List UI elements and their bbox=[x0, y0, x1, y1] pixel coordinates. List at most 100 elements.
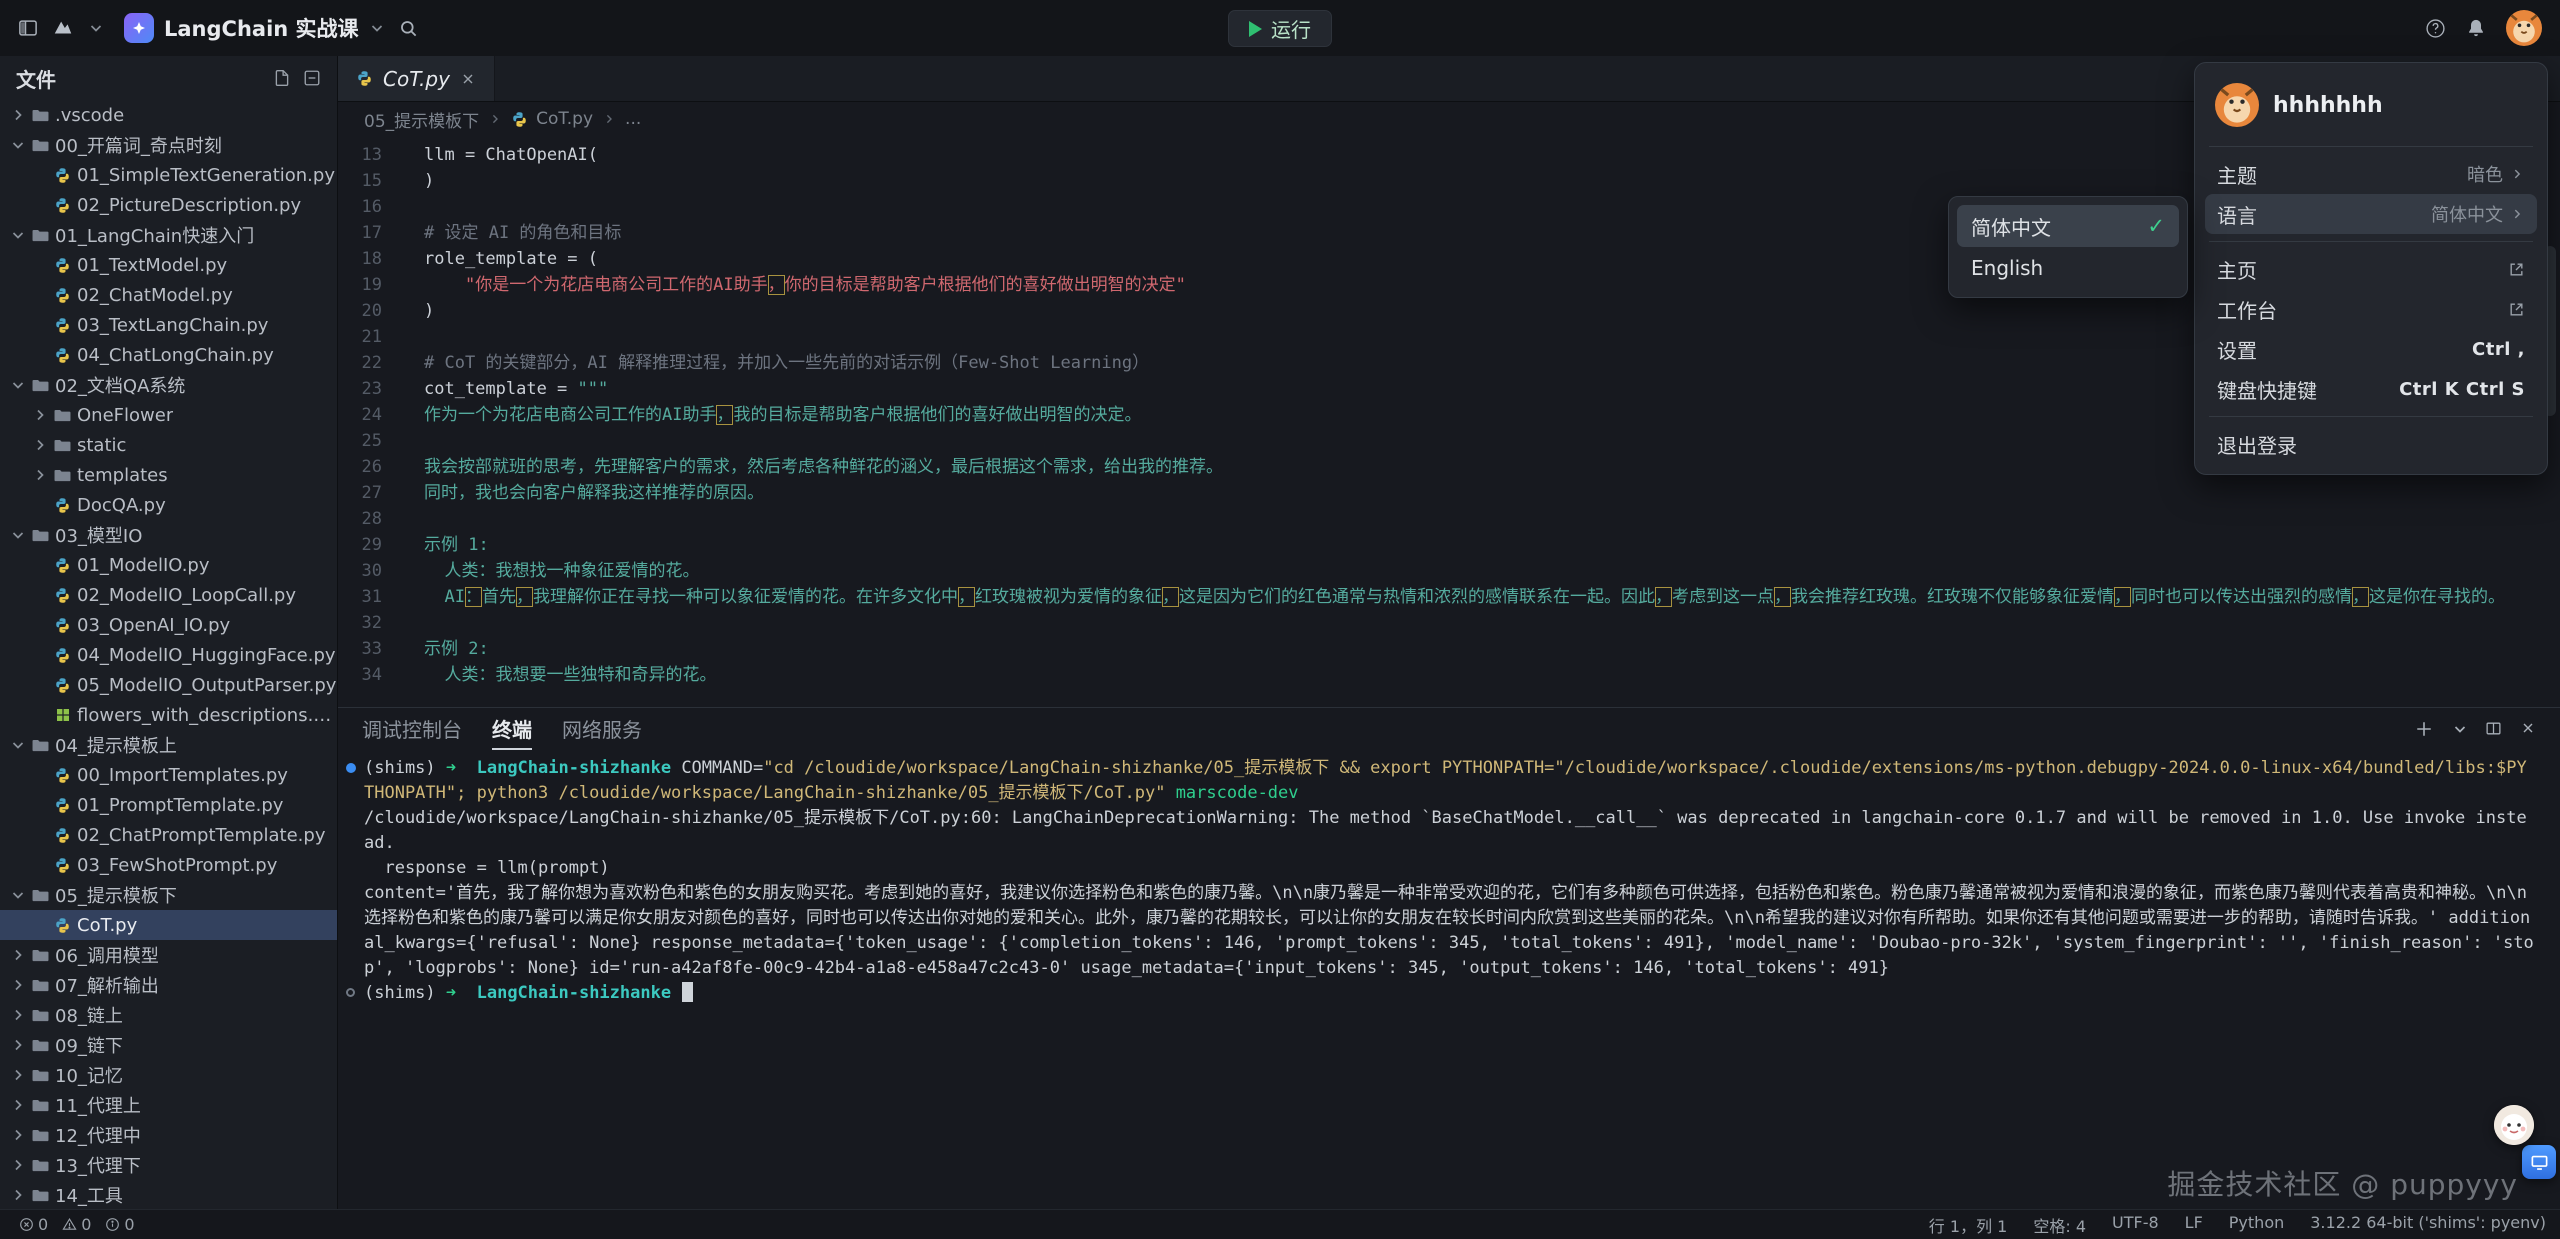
terminal-line: response = llm(prompt) bbox=[364, 856, 2536, 881]
tree-folder[interactable]: 00_开篇词_奇点时刻 bbox=[0, 130, 337, 160]
tree-folder[interactable]: 06_调用模型 bbox=[0, 940, 337, 970]
tree-folder[interactable]: 02_文档QA系统 bbox=[0, 370, 337, 400]
tree-folder[interactable]: OneFlower bbox=[0, 400, 337, 430]
statusbar-item[interactable]: 空格: 4 bbox=[2033, 1213, 2086, 1237]
tree-folder[interactable]: 09_链下 bbox=[0, 1030, 337, 1060]
language-menu: 简体中文✓English bbox=[1948, 196, 2188, 298]
problems-count: 0 bbox=[38, 1215, 48, 1234]
chevron-icon bbox=[10, 137, 26, 153]
tree-file[interactable]: 00_ImportTemplates.py bbox=[0, 760, 337, 790]
user-menu-item[interactable]: 退出登录 bbox=[2205, 424, 2537, 464]
user-menu-item[interactable]: 语言简体中文 bbox=[2205, 194, 2537, 234]
python-file-icon bbox=[54, 827, 71, 844]
breadcrumb-item[interactable]: CoT.py bbox=[536, 109, 593, 129]
tree-folder[interactable]: .vscode bbox=[0, 100, 337, 130]
tree-folder[interactable]: 04_提示模板上 bbox=[0, 730, 337, 760]
terminal-dropdown-icon[interactable] bbox=[2450, 721, 2468, 737]
tree-folder[interactable]: 03_模型IO bbox=[0, 520, 337, 550]
tree-folder[interactable]: 11_代理上 bbox=[0, 1090, 337, 1120]
line-number: 19 bbox=[338, 272, 424, 298]
line-number: 17 bbox=[338, 220, 424, 246]
assistant-avatar[interactable] bbox=[2494, 1105, 2534, 1145]
statusbar-item[interactable]: 3.12.2 64-bit ('shims': pyenv) bbox=[2310, 1213, 2546, 1237]
new-file-icon[interactable] bbox=[273, 69, 291, 87]
user-menu-item[interactable]: 键盘快捷键Ctrl K Ctrl S bbox=[2205, 369, 2537, 409]
tree-file[interactable]: 01_ModelIO.py bbox=[0, 550, 337, 580]
tree-folder[interactable]: 07_解析输出 bbox=[0, 970, 337, 1000]
problems-warning[interactable]: 0 bbox=[57, 1215, 96, 1234]
collapse-folders-icon[interactable] bbox=[303, 69, 321, 87]
info-icon bbox=[105, 1217, 120, 1232]
close-tab-icon[interactable] bbox=[460, 71, 476, 87]
tree-file[interactable]: 03_FewShotPrompt.py bbox=[0, 850, 337, 880]
panel-tab[interactable]: 网络服务 bbox=[562, 708, 642, 750]
remote-widget-icon[interactable] bbox=[2522, 1145, 2556, 1179]
tree-file[interactable]: 02_ModelIO_LoopCall.py bbox=[0, 580, 337, 610]
statusbar-item[interactable]: Python bbox=[2229, 1213, 2284, 1237]
line-number: 25 bbox=[338, 428, 424, 454]
tree-folder[interactable]: 13_代理下 bbox=[0, 1150, 337, 1180]
tree-folder[interactable]: templates bbox=[0, 460, 337, 490]
tree-folder[interactable]: static bbox=[0, 430, 337, 460]
tree-file[interactable]: 04_ChatLongChain.py bbox=[0, 340, 337, 370]
user-menu-item[interactable]: 主页 bbox=[2205, 249, 2537, 289]
user-menu-item[interactable]: 主题暗色 bbox=[2205, 154, 2537, 194]
language-option[interactable]: 简体中文✓ bbox=[1957, 205, 2179, 247]
user-avatar[interactable] bbox=[2506, 10, 2542, 46]
tree-item-label: 02_ChatPromptTemplate.py bbox=[77, 825, 325, 846]
panel-tab[interactable]: 调试控制台 bbox=[362, 708, 462, 750]
terminal-output[interactable]: (shims) ➜ LangChain-shizhanke COMMAND="c… bbox=[338, 750, 2560, 1209]
sidebar-toggle-icon[interactable] bbox=[18, 18, 38, 38]
tree-folder[interactable]: 01_LangChain快速入门 bbox=[0, 220, 337, 250]
run-button[interactable]: 运行 bbox=[1228, 10, 1332, 47]
statusbar-item[interactable]: 行 1，列 1 bbox=[1929, 1213, 2008, 1237]
user-avatar-large bbox=[2215, 83, 2259, 127]
user-menu-item[interactable]: 设置Ctrl , bbox=[2205, 329, 2537, 369]
notifications-icon[interactable] bbox=[2466, 18, 2486, 38]
tree-file[interactable]: 05_ModelIO_OutputParser.py bbox=[0, 670, 337, 700]
statusbar-item[interactable]: LF bbox=[2185, 1213, 2203, 1237]
tree-file[interactable]: CoT.py bbox=[0, 910, 337, 940]
breadcrumb-item[interactable]: ... bbox=[625, 109, 641, 129]
editor-tab[interactable]: CoT.py bbox=[338, 56, 495, 101]
tree-folder[interactable]: 14_工具 bbox=[0, 1180, 337, 1209]
tree-folder[interactable]: 10_记忆 bbox=[0, 1060, 337, 1090]
close-panel-icon[interactable] bbox=[2520, 720, 2536, 738]
folder-icon bbox=[32, 737, 49, 754]
folder-icon bbox=[32, 1187, 49, 1204]
breadcrumb-item[interactable]: 05_提示模板下 bbox=[364, 107, 479, 132]
logo-chevron-icon[interactable] bbox=[88, 20, 104, 36]
tree-file[interactable]: 01_PromptTemplate.py bbox=[0, 790, 337, 820]
tree-file[interactable]: DocQA.py bbox=[0, 490, 337, 520]
chevron-icon bbox=[10, 737, 26, 753]
help-icon[interactable] bbox=[2425, 18, 2446, 39]
tree-file[interactable]: 02_ChatModel.py bbox=[0, 280, 337, 310]
panel-header: 调试控制台终端网络服务 bbox=[338, 708, 2560, 750]
language-option[interactable]: English bbox=[1957, 247, 2179, 289]
new-terminal-icon[interactable] bbox=[2415, 720, 2433, 738]
tree-file[interactable]: 03_OpenAI_IO.py bbox=[0, 610, 337, 640]
tree-item-label: .vscode bbox=[55, 105, 124, 126]
panel-tab[interactable]: 终端 bbox=[492, 708, 532, 750]
tree-file[interactable]: 02_PictureDescription.py bbox=[0, 190, 337, 220]
app-logo-icon[interactable] bbox=[52, 17, 74, 39]
tree-folder[interactable]: 05_提示模板下 bbox=[0, 880, 337, 910]
split-panel-icon[interactable] bbox=[2485, 720, 2502, 738]
tree-folder[interactable]: 12_代理中 bbox=[0, 1120, 337, 1150]
problems-error[interactable]: 0 bbox=[14, 1215, 53, 1234]
tree-file[interactable]: flowers_with_descriptions.csv bbox=[0, 700, 337, 730]
search-icon[interactable] bbox=[399, 19, 418, 38]
tree-folder[interactable]: 08_链上 bbox=[0, 1000, 337, 1030]
tree-file[interactable]: 01_SimpleTextGeneration.py bbox=[0, 160, 337, 190]
error-icon bbox=[19, 1217, 34, 1232]
problems-info[interactable]: 0 bbox=[100, 1215, 139, 1234]
terminal-text: content='首先，我了解你想为喜欢粉色和紫色的女朋友购买花。考虑到她的喜好… bbox=[364, 881, 2536, 981]
tree-item-label: 01_LangChain快速入门 bbox=[55, 222, 254, 248]
statusbar-item[interactable]: UTF-8 bbox=[2112, 1213, 2159, 1237]
workspace-switcher[interactable]: LangChain 实战课 bbox=[124, 13, 385, 43]
user-menu-item[interactable]: 工作台 bbox=[2205, 289, 2537, 329]
tree-file[interactable]: 03_TextLangChain.py bbox=[0, 310, 337, 340]
tree-file[interactable]: 04_ModelIO_HuggingFace.py bbox=[0, 640, 337, 670]
tree-file[interactable]: 01_TextModel.py bbox=[0, 250, 337, 280]
tree-file[interactable]: 02_ChatPromptTemplate.py bbox=[0, 820, 337, 850]
